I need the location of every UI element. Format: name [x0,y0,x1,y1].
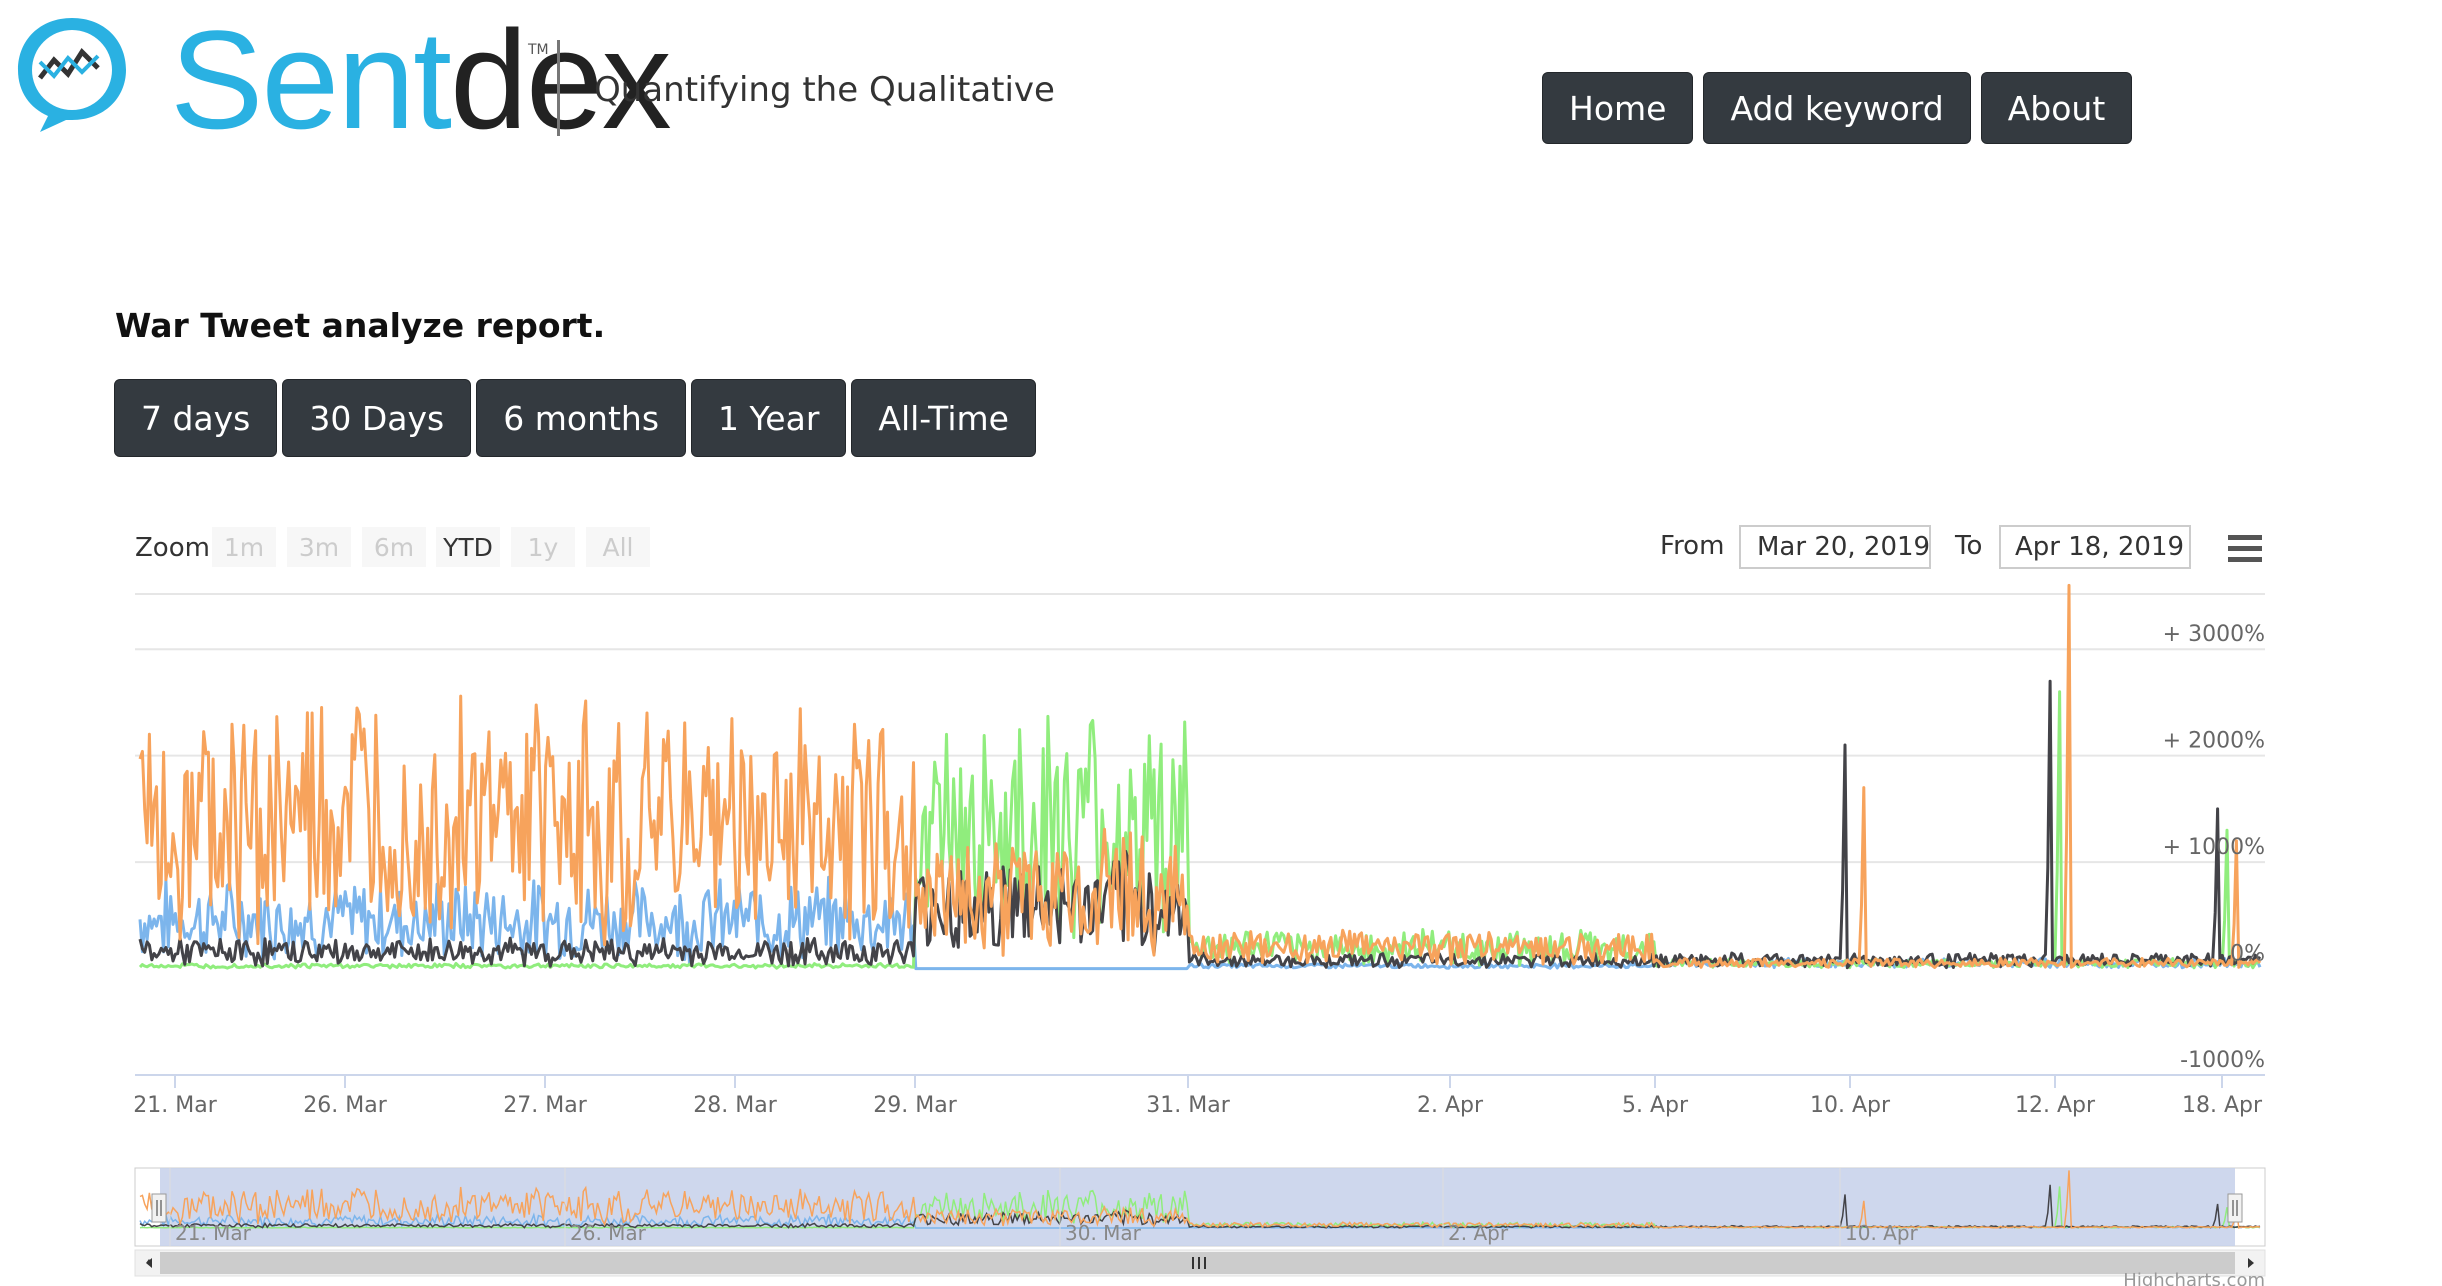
x-tick-label: 12. Apr [2015,1093,2096,1118]
navigator-mask [160,1168,2235,1246]
y-tick-label: + 1000% [2163,835,2265,860]
gridlines [135,648,2265,1076]
x-tick-label: 18. Apr [2182,1093,2263,1118]
brand-part-sent: Sent [170,1,452,158]
navigator-right-handle[interactable] [2227,1193,2243,1223]
nav-home-button[interactable]: Home [1542,72,1694,144]
navigator-label: 21. Mar [175,1221,252,1245]
brand-divider [557,40,560,136]
x-tick-label: 10. Apr [1810,1093,1891,1118]
zoom-button-1m[interactable]: 1m [212,527,276,567]
x-tick-label: 27. Mar [503,1093,587,1118]
to-label: To [1954,531,1982,561]
x-tick-label: 28. Mar [693,1093,777,1118]
from-date-value: Mar 20, 2019 [1757,532,1930,562]
report-title: War Tweet analyze report. [115,306,606,345]
navigator-label: 10. Apr [1845,1221,1919,1245]
zoom-button-all[interactable]: All [586,527,650,567]
navigator-label: 30. Mar [1065,1221,1142,1245]
range-30-days-button[interactable]: 30 Days [282,379,472,457]
zoom-button-label: 6m [374,533,414,562]
zoom-button-3m[interactable]: 3m [287,527,351,567]
x-tick-label: 31. Mar [1146,1093,1230,1118]
zoom-button-label: YTD [442,533,493,562]
tagline: Quantifying the Qualitative [594,70,1055,110]
nav-add-keyword-button[interactable]: Add keyword [1703,72,1971,144]
x-tick-label: 21. Mar [133,1093,217,1118]
to-date-value: Apr 18, 2019 [2015,532,2184,562]
chart-credits: Highcharts.com [2123,1270,2265,1286]
range-6-months-button[interactable]: 6 months [476,379,687,457]
x-tick-label: 2. Apr [1417,1093,1484,1118]
zoom-label: Zoom [135,533,210,563]
zoom-button-label: 1y [528,533,559,562]
x-axis-labels: 21. Mar 26. Mar 27. Mar 28. Mar 29. Mar 31. M… [133,1075,2263,1118]
range-1-year-button[interactable]: 1 Year [691,379,847,457]
navigator: 21. Mar 26. Mar 30. Mar 2. Apr 10. Apr [134,1167,2266,1247]
y-tick-label: + 2000% [2163,729,2265,754]
navigator-label: 2. Apr [1448,1221,1509,1245]
y-tick-label: -1000% [2180,1048,2265,1073]
navigator-left-handle[interactable] [151,1193,167,1223]
from-label: From [1660,531,1724,561]
x-tick-label: 26. Mar [303,1093,387,1118]
zoom-button-1y[interactable]: 1y [511,527,575,567]
stock-chart: Zoom 1m 3m 6m YTD 1y All From Mar 20, 2019 To… [133,525,2266,1286]
range-all-time-button[interactable]: All-Time [851,379,1036,457]
y-tick-label: + 3000% [2163,622,2265,647]
y-tick-label: 0% [2230,942,2265,967]
zoom-button-label: 1m [224,533,264,562]
scrollbar-thumb[interactable] [160,1252,2235,1274]
range-7-days-button[interactable]: 7 days [114,379,278,457]
zoom-button-label: 3m [299,533,339,562]
zoom-buttons: 1m 3m 6m YTD 1y All [212,527,650,567]
hamburger-menu-icon[interactable] [2222,528,2266,568]
navigator-label: 26. Mar [570,1221,647,1245]
scrollbar[interactable] [134,1249,2266,1277]
y-axis-labels: + 3000% + 2000% + 1000% 0% -1000% [2163,622,2265,1073]
series-lines [138,583,2262,971]
x-tick-label: 5. Apr [1622,1093,1689,1118]
sentdex-logo-icon [18,18,126,132]
range-buttons: 7 days 30 Days 6 months 1 Year All-Time [114,379,1036,457]
nav-about-button[interactable]: About [1980,72,2133,144]
zoom-button-label: All [603,533,634,562]
zoom-button-ytd[interactable]: YTD [436,527,500,567]
zoom-button-6m[interactable]: 6m [362,527,426,567]
x-tick-label: 29. Mar [873,1093,957,1118]
top-navigation: Home Add keyword About [1542,72,2133,144]
trademark: TM [528,42,549,58]
